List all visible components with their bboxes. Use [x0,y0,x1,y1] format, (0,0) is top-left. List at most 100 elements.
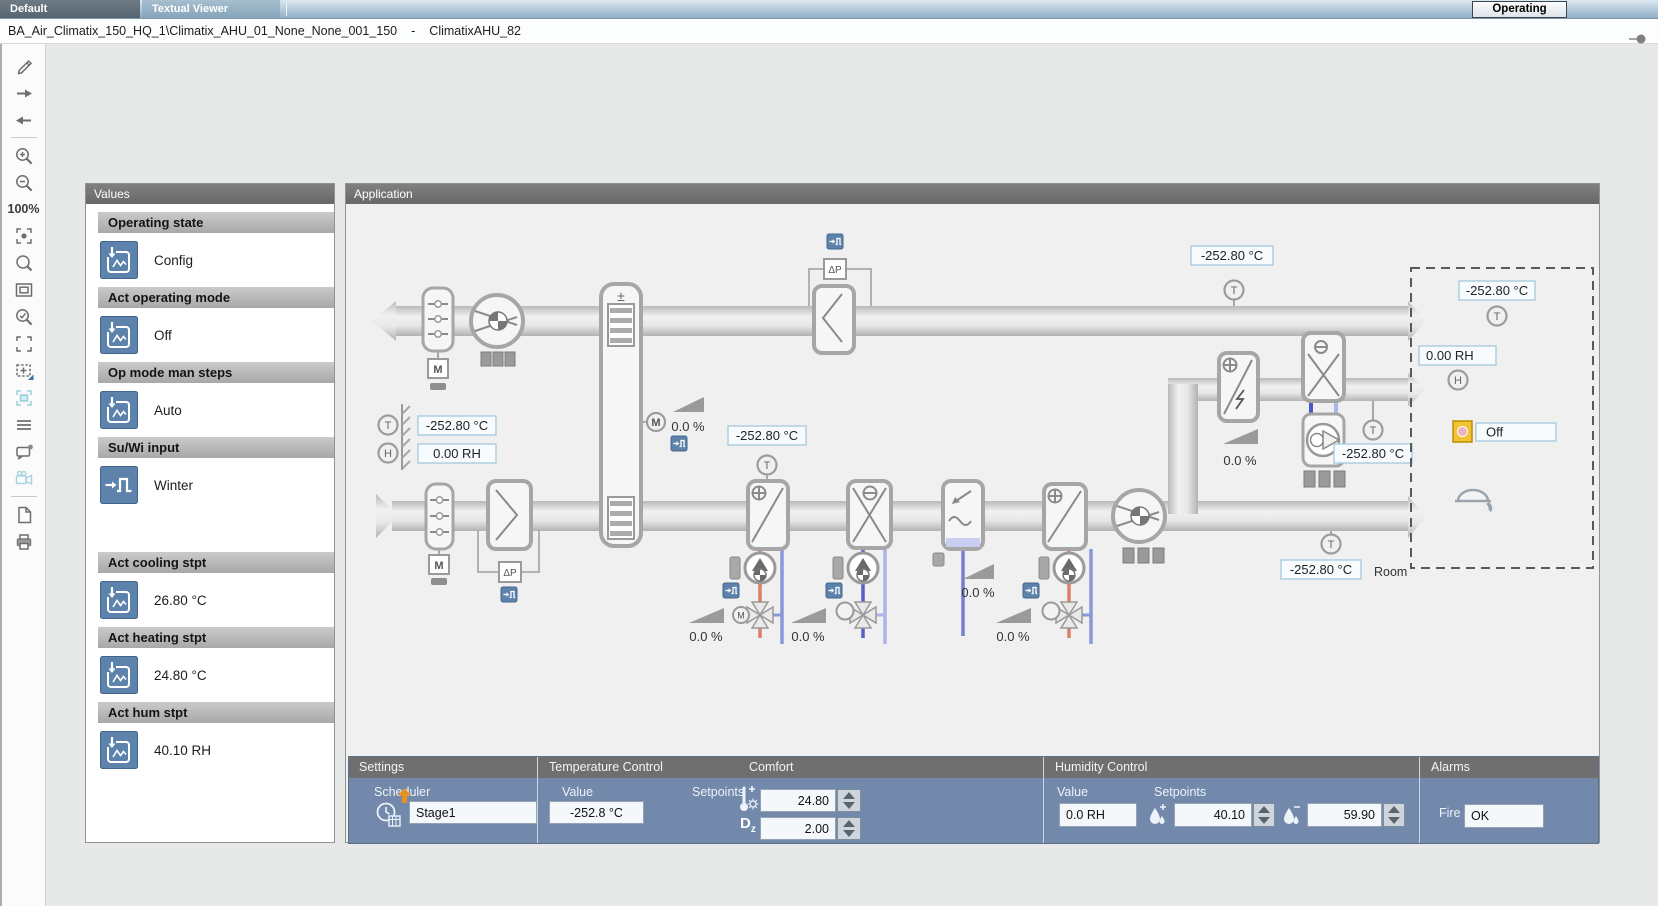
analog-value-icon[interactable] [100,316,138,354]
supply-fan[interactable] [1113,490,1165,563]
heating-valve-icon[interactable] [747,602,773,628]
hum-low-setpoint-spinner[interactable] [1253,803,1275,827]
svg-text:-252.80 °C: -252.80 °C [1290,562,1352,577]
center-view-icon[interactable] [8,222,40,249]
recirc-heat-exchanger[interactable] [1303,333,1345,487]
svg-text:ΔP: ΔP [828,265,842,276]
hum-setpoints-label: Setpoints [1154,785,1206,799]
value-item-act-operating-mode[interactable]: Off [100,316,334,354]
svg-text:H: H [1454,375,1462,387]
supply-air-temp-sensor: T -252.80 °C [1281,531,1361,579]
filter-dp-setpoint-icon[interactable] [501,587,517,602]
tab-bar: Default Textual Viewer Operating [0,0,1658,19]
value-item-act-hum-stpt[interactable]: 40.10 RH [100,731,334,769]
value-item-act-heating-stpt[interactable]: 24.80 °C [100,656,334,694]
heat-recovery-speed: 0.0 % [671,419,705,434]
value-item-act-cooling-stpt[interactable]: 26.80 °C [100,581,334,619]
breadcrumb-title: ClimatixAHU_82 [429,24,521,38]
zoom-in-icon[interactable] [8,142,40,169]
hum-low-setpoint-field[interactable]: 40.10 [1174,803,1252,827]
analog-value-icon[interactable] [100,581,138,619]
pan-region-icon[interactable] [8,357,40,384]
pen-icon[interactable] [8,52,40,79]
dehumidify-setpoint-icon [1282,803,1302,828]
select-area-icon[interactable] [8,330,40,357]
hum-high-setpoint-spinner[interactable] [1383,803,1405,827]
svg-text:-252.80 °C: -252.80 °C [1342,446,1404,461]
binary-value-icon[interactable] [100,466,138,504]
analog-value-icon[interactable] [100,731,138,769]
value-item-label: Off [154,328,172,343]
page-icon[interactable] [8,501,40,528]
svg-text:T: T [1328,539,1335,551]
extract-fan[interactable] [471,295,523,366]
highlight-region-icon[interactable] [8,384,40,411]
values-panel-title: Values [86,184,334,204]
fire-alarm-field[interactable]: OK [1464,804,1544,828]
value-item-op-mode-man-steps[interactable]: Auto [100,391,334,429]
value-item-suwi-input[interactable]: Winter [100,466,334,504]
svg-text:T: T [1370,425,1377,437]
supply-duct [376,494,1426,538]
hum-value-field[interactable]: 0.0 RH [1059,803,1137,827]
breadcrumb: BA_Air_Climatix_150_HQ_1\Climatix_AHU_01… [0,19,1658,44]
back-arrow-icon[interactable] [8,106,40,133]
cooling-setpoint-icon[interactable] [826,583,842,598]
value-item-operating-state[interactable]: Config [100,241,334,279]
outside-air-sensors: T -252.80 °C H 0.00 RH [379,404,497,470]
humidity-header: Humidity Control [1055,757,1147,778]
analog-value-icon[interactable] [100,656,138,694]
deadzone-setpoint-spinner[interactable] [837,817,861,840]
cooling-valve-pos: 0.0 % [791,629,825,644]
values-panel: Values Operating state Config Act operat… [85,183,335,843]
analog-value-icon[interactable] [100,241,138,279]
comfort-setpoint-field[interactable]: 24.80 [760,789,836,812]
zoom-out-icon[interactable] [8,169,40,196]
svg-text:T: T [1231,285,1238,297]
camera-icon[interactable] [8,465,40,492]
forward-arrow-icon[interactable] [8,79,40,106]
pin-icon[interactable] [1628,32,1648,46]
svg-text:M: M [433,364,442,376]
heat-recovery-setpoint-icon[interactable] [671,436,687,451]
filter-dp-setpoint-icon[interactable] [827,234,843,249]
humidify-setpoint-icon [1148,803,1168,828]
scheduler-clock-icon [375,799,403,829]
temperature-header: Temperature Control [549,757,663,778]
operating-mode-button[interactable]: Operating [1472,1,1567,18]
comfort-setpoint-spinner[interactable] [837,789,861,812]
temp-value-field[interactable]: -252.8 °C [549,801,644,824]
hum-high-setpoint-field[interactable]: 59.90 [1307,803,1382,827]
tab-default[interactable]: Default [0,0,140,18]
reheater-valve-icon[interactable] [1056,602,1082,628]
fit-view-icon[interactable] [8,276,40,303]
supply-damper[interactable]: M [426,484,453,585]
svg-text:M: M [737,611,745,621]
control-panel: Settings Temperature Control Comfort Hum… [348,756,1599,844]
analog-value-icon[interactable] [100,391,138,429]
reheater-setpoint-icon[interactable] [1023,583,1039,598]
magnifier-icon[interactable] [8,249,40,276]
heating-valve-pos: 0.0 % [689,629,723,644]
comment-icon[interactable] [8,438,40,465]
heating-setpoint-icon[interactable] [723,583,739,598]
electric-heater[interactable]: 0.0 % [1219,353,1258,468]
svg-text:-252.80 °C: -252.80 °C [1466,283,1528,298]
hum-value-label: Value [1057,785,1088,799]
breadcrumb-path: BA_Air_Climatix_150_HQ_1\Climatix_AHU_01… [8,24,397,38]
scheduler-field[interactable]: Stage1 [409,801,537,824]
supply-filter[interactable]: ΔP [478,481,539,602]
print-icon[interactable] [8,528,40,555]
comfort-heating-setpoint-icon [738,783,760,815]
menu-lines-icon[interactable] [8,411,40,438]
svg-text:0.00 RH: 0.00 RH [1426,348,1474,363]
recirc-supply-temp-sensor: T -252.80 °C [1334,401,1412,463]
cooling-pump-icon[interactable] [848,553,878,583]
cooling-valve-icon[interactable] [850,602,876,628]
extract-damper[interactable]: M [423,288,453,390]
heating-pump-icon[interactable] [745,553,775,583]
reheater-pump-icon[interactable] [1054,553,1084,583]
zoom-check-icon[interactable] [8,303,40,330]
tab-textual-viewer[interactable]: Textual Viewer [142,0,280,18]
deadzone-setpoint-field[interactable]: 2.00 [760,817,836,840]
